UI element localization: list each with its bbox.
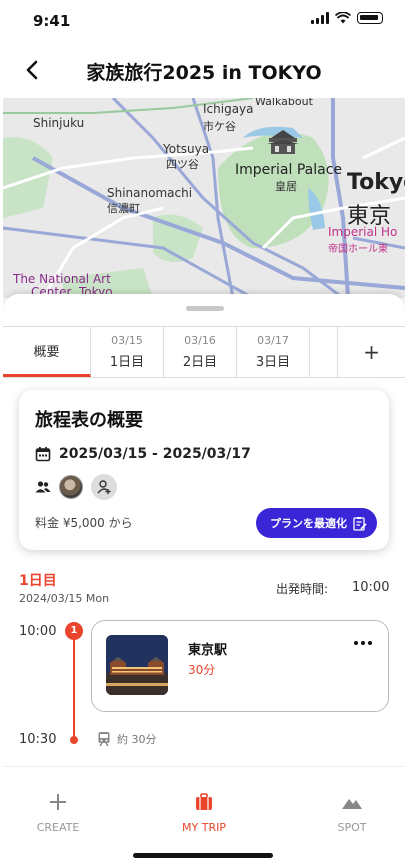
- map-label: Shinjuku: [33, 116, 85, 130]
- status-icons: [311, 12, 383, 24]
- transit-duration: 約 30分: [117, 733, 157, 746]
- stop-number-badge: 1: [65, 622, 83, 640]
- chevron-left-icon[interactable]: [21, 58, 45, 82]
- battery-icon: [357, 12, 383, 24]
- status-bar: 9:41: [3, 0, 405, 44]
- optimize-label: プランを最適化: [270, 517, 347, 530]
- wifi-icon: [335, 12, 351, 24]
- add-day-button[interactable]: +: [337, 327, 405, 377]
- map-label: Yotsuya: [163, 142, 210, 156]
- map-label: 帝国ホール東: [328, 244, 388, 255]
- tab-label: 概要: [33, 345, 60, 360]
- transit-info: 約 30分: [97, 731, 157, 747]
- suitcase-icon: [196, 793, 212, 810]
- tab-label: 2日目: [182, 355, 218, 370]
- member-avatar[interactable]: [59, 475, 83, 499]
- overview-title: 旅程表の概要: [35, 410, 143, 431]
- map-view[interactable]: Shinjuku Ichigaya 市ケ谷 Yotsuya 四ツ谷 Imperi…: [3, 98, 405, 298]
- day-title: 1日目: [19, 573, 57, 589]
- train-icon: [98, 732, 110, 747]
- departure-time[interactable]: 10:00: [352, 580, 389, 595]
- tab-bar: 概要 03/15 1日目 03/16 2日目 03/17 3日目 +: [3, 326, 405, 378]
- bottom-nav: CREATE MY TRIP SPOT: [3, 766, 405, 866]
- map-label: 市ケ谷: [203, 120, 236, 133]
- header: 家族旅行2025 in TOKYO: [3, 48, 405, 94]
- tab-label: 3日目: [255, 355, 291, 370]
- map-label: Imperial Ho: [328, 225, 398, 239]
- calendar-icon: [35, 447, 51, 462]
- timeline-line: [73, 630, 75, 742]
- map-label: Shinanomachi: [107, 186, 193, 200]
- next-time: 10:30: [19, 732, 57, 747]
- clipboard-edit-icon: [353, 516, 367, 531]
- nav-label: SPOT: [337, 821, 367, 834]
- add-member-button[interactable]: [91, 474, 117, 500]
- tab-label: 1日目: [109, 355, 145, 370]
- map-label: Tokyo: [347, 170, 405, 195]
- group-icon: [35, 481, 51, 493]
- tab-day3[interactable]: 03/17 3日目: [237, 327, 310, 377]
- members-row: [35, 474, 117, 500]
- phone-screen: 9:41 家族旅行2025 in TOKYO Shinjuku Ichigaya…: [3, 0, 405, 866]
- spot-duration: 30分: [188, 663, 216, 677]
- tab-day2[interactable]: 03/16 2日目: [164, 327, 237, 377]
- nav-create[interactable]: CREATE: [13, 791, 103, 834]
- page-title: 家族旅行2025 in TOKYO: [86, 61, 322, 84]
- map-label: Walkabout: [255, 98, 313, 108]
- map-label: 信濃町: [107, 202, 140, 215]
- signal-icon: [311, 12, 329, 24]
- map-label: The National Art: [13, 272, 111, 286]
- spot-thumbnail: [106, 635, 168, 695]
- home-indicator: [133, 853, 273, 858]
- spot-name: 東京駅: [188, 643, 228, 658]
- tab-day1[interactable]: 03/15 1日目: [91, 327, 164, 377]
- tab-date: 03/17: [257, 334, 289, 347]
- date-range-row: 2025/03/15 - 2025/03/17: [35, 446, 251, 462]
- drag-handle[interactable]: [186, 306, 224, 311]
- nav-label: CREATE: [36, 821, 80, 834]
- map-label: 皇居: [275, 180, 297, 193]
- tab-date: 03/15: [111, 334, 143, 347]
- optimize-plan-button[interactable]: プランを最適化: [256, 508, 377, 538]
- more-icon[interactable]: [354, 641, 372, 645]
- plus-icon: [50, 794, 66, 810]
- status-time: 9:41: [33, 12, 71, 30]
- map-label: Ichigaya: [203, 102, 254, 116]
- nav-my-trip[interactable]: MY TRIP: [159, 791, 249, 834]
- add-person-icon: [97, 480, 111, 494]
- tokyo-station-image: [106, 635, 168, 695]
- price-text: 料金 ¥5,000 から: [35, 516, 133, 530]
- map-label: 四ツ谷: [166, 158, 199, 171]
- mountain-icon: [342, 799, 362, 809]
- date-range: 2025/03/15 - 2025/03/17: [59, 446, 251, 462]
- tab-date: 03/16: [184, 334, 216, 347]
- timeline-dot: [70, 736, 78, 744]
- map-label: Imperial Palace: [235, 162, 343, 178]
- stop-time: 10:00: [19, 624, 57, 639]
- nav-label: MY TRIP: [182, 821, 226, 834]
- overview-card: 旅程表の概要 2025/03/15 - 2025/03/17 料金 ¥5,000…: [19, 390, 389, 550]
- tab-overview[interactable]: 概要: [3, 327, 91, 377]
- spot-card[interactable]: 東京駅 30分: [91, 620, 389, 712]
- nav-spot[interactable]: SPOT: [307, 791, 397, 834]
- palace-icon: [267, 130, 299, 154]
- departure-label: 出発時間:: [276, 582, 329, 596]
- day-date: 2024/03/15 Mon: [19, 592, 110, 605]
